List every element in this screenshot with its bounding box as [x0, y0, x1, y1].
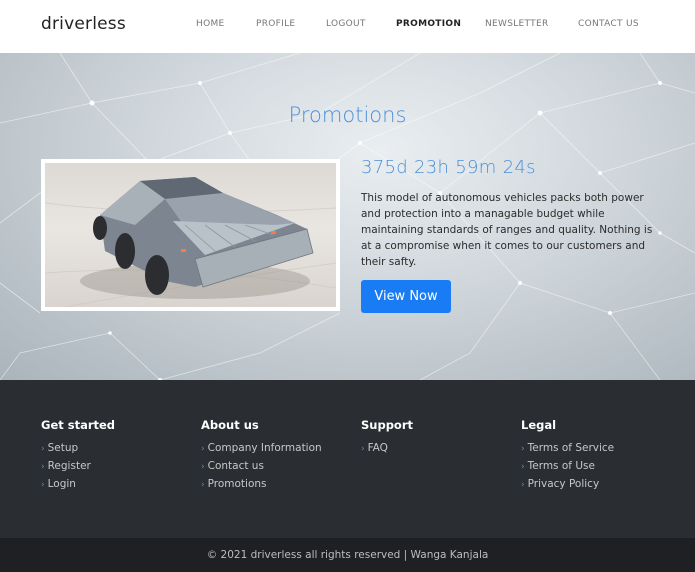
promotion-countdown: 375d 23h 59m 24s — [361, 157, 536, 178]
footer-link-register[interactable]: › Register — [41, 457, 115, 475]
site-header: driverless HOME PROFILE LOGOUT PROMOTION… — [0, 0, 695, 53]
footer-column-get-started: Get started › Setup › Register › Login — [41, 418, 115, 493]
cybertruck-illustration — [45, 177, 336, 307]
site-footer: Get started › Setup › Register › Login Abou… — [0, 380, 695, 538]
vehicle-image-frame — [41, 159, 340, 311]
chevron-right-icon: › — [521, 444, 525, 454]
chevron-right-icon: › — [361, 444, 365, 454]
nav-newsletter[interactable]: NEWSLETTER — [485, 19, 549, 29]
chevron-right-icon: › — [41, 462, 45, 472]
footer-link-label[interactable]: Company Information — [208, 442, 322, 454]
footer-link-login[interactable]: › Login — [41, 475, 115, 493]
nav-home[interactable]: HOME — [196, 19, 225, 29]
footer-heading: Support — [361, 418, 414, 432]
footer-heading: About us — [201, 418, 259, 432]
footer-link-label[interactable]: Terms of Service — [528, 442, 615, 454]
nav-contact-us[interactable]: CONTACT US — [578, 19, 639, 29]
chevron-right-icon: › — [41, 480, 45, 490]
chevron-right-icon: › — [201, 444, 205, 454]
footer-link-label[interactable]: Login — [48, 478, 76, 490]
main-nav: HOME PROFILE LOGOUT PROMOTION NEWSLETTER… — [0, 19, 695, 33]
promotion-description: This model of autonomous vehicles packs … — [361, 192, 653, 268]
footer-link-label[interactable]: Promotions — [208, 478, 267, 490]
footer-link-label[interactable]: Setup — [48, 442, 79, 454]
footer-column-support: Support › FAQ — [361, 418, 413, 457]
chevron-right-icon: › — [521, 480, 525, 490]
chevron-right-icon: › — [201, 480, 205, 490]
footer-link-faq[interactable]: › FAQ — [361, 439, 413, 457]
footer-link-label[interactable]: FAQ — [368, 442, 388, 454]
footer-link-label[interactable]: Privacy Policy — [528, 478, 600, 490]
footer-link-promotions[interactable]: › Promotions — [201, 475, 322, 493]
footer-link-terms-of-use[interactable]: › Terms of Use — [521, 457, 614, 475]
footer-heading: Legal — [521, 418, 557, 432]
nav-logout[interactable]: LOGOUT — [326, 19, 366, 29]
vehicle-image — [45, 163, 336, 307]
promotions-title: Promotions — [288, 103, 407, 127]
footer-heading: Get started — [41, 418, 116, 432]
chevron-right-icon: › — [521, 462, 525, 472]
copyright-bar: © 2021 driverless all rights reserved | … — [0, 538, 695, 572]
footer-link-label[interactable]: Register — [48, 460, 91, 472]
nav-promotion[interactable]: PROMOTION — [396, 19, 461, 29]
footer-column-legal: Legal › Terms of Service › Terms of Use › P… — [521, 418, 614, 493]
footer-link-label[interactable]: Contact us — [208, 460, 264, 472]
footer-link-setup[interactable]: › Setup — [41, 439, 115, 457]
footer-link-company-information[interactable]: › Company Information — [201, 439, 322, 457]
promotion-hero: Promotions 375d 23h 59m 24s This model o… — [0, 53, 695, 380]
footer-link-contact-us[interactable]: › Contact us — [201, 457, 322, 475]
chevron-right-icon: › — [201, 462, 205, 472]
chevron-right-icon: › — [41, 444, 45, 454]
footer-link-terms-of-service[interactable]: › Terms of Service — [521, 439, 614, 457]
footer-link-privacy-policy[interactable]: › Privacy Policy — [521, 475, 614, 493]
nav-profile[interactable]: PROFILE — [256, 19, 295, 29]
footer-link-label[interactable]: Terms of Use — [528, 460, 595, 472]
footer-column-about-us: About us › Company Information › Contact u… — [201, 418, 322, 493]
view-now-button[interactable]: View Now — [361, 280, 451, 313]
